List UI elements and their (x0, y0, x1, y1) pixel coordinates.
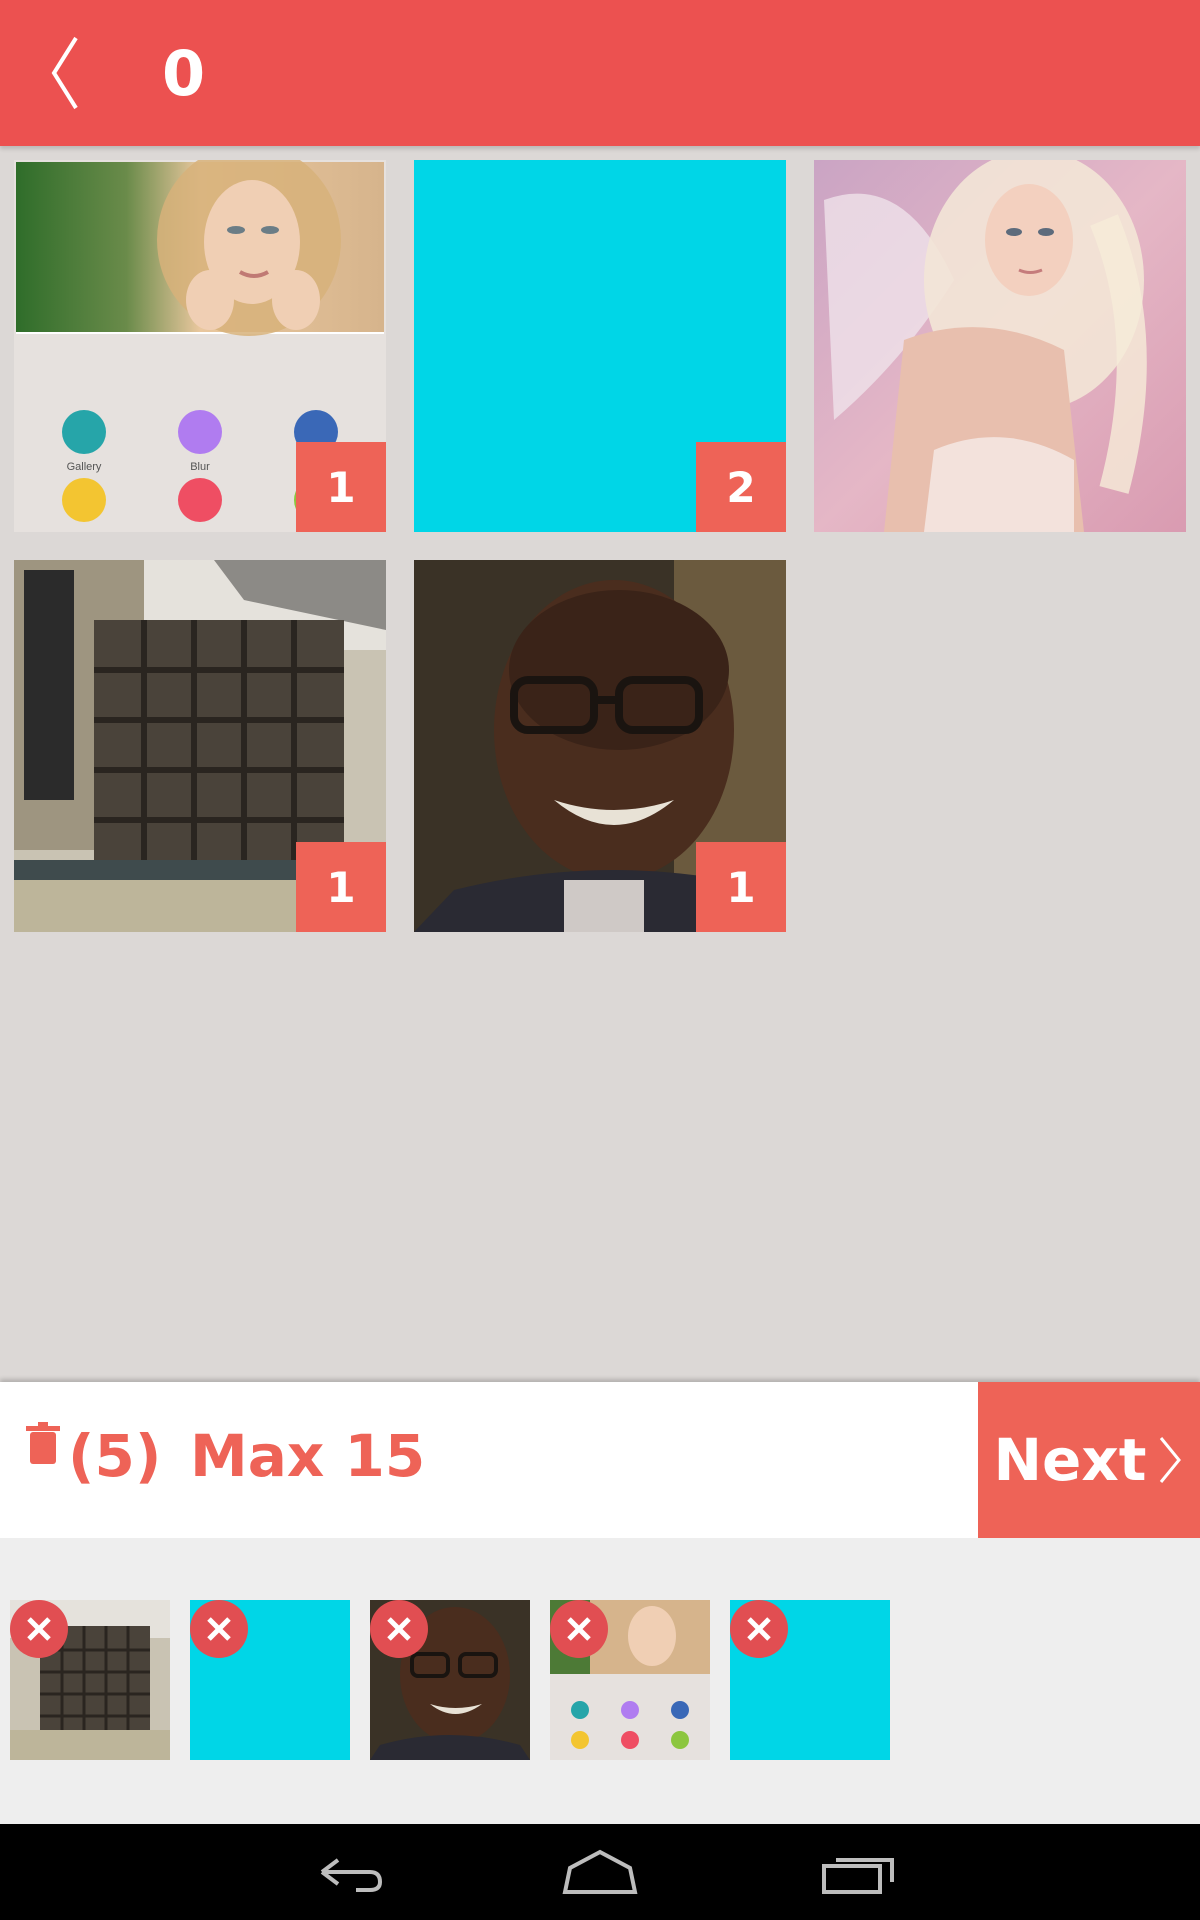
angel-image (814, 160, 1186, 532)
chevron-left-icon (51, 36, 78, 110)
recents-nav-icon (822, 1858, 894, 1894)
app-bar: 0 (0, 0, 1200, 146)
nav-back-button[interactable] (300, 1842, 400, 1902)
selected-thumb-4[interactable] (550, 1600, 710, 1760)
next-button-label: Next (993, 1426, 1147, 1494)
next-button[interactable]: Next (978, 1382, 1200, 1538)
close-icon (27, 1617, 51, 1641)
back-nav-icon (320, 1858, 383, 1892)
grid-tile-3[interactable] (814, 160, 1186, 532)
selected-thumb-5[interactable] (730, 1600, 890, 1760)
svg-text:Gallery: Gallery (67, 461, 102, 473)
selected-count-label: (5) (68, 1422, 162, 1490)
remove-button[interactable] (190, 1600, 248, 1658)
max-count-label: Max 15 (190, 1422, 426, 1490)
selection-count-badge: 1 (296, 442, 386, 532)
close-icon (207, 1617, 231, 1641)
grid-tile-4[interactable]: 1 (14, 560, 386, 932)
back-button[interactable] (38, 30, 98, 116)
nav-home-button[interactable] (550, 1842, 650, 1902)
close-icon (747, 1617, 771, 1641)
remove-button[interactable] (370, 1600, 428, 1658)
chevron-right-icon (1159, 1437, 1181, 1483)
remove-button[interactable] (550, 1600, 608, 1658)
selected-images-strip (0, 1538, 1200, 1824)
selection-count-badge: 1 (296, 842, 386, 932)
system-navigation-bar (0, 1824, 1200, 1920)
grid-tile-1[interactable]: Gallery Blur 1 (14, 160, 386, 532)
remove-button[interactable] (730, 1600, 788, 1658)
nav-recents-button[interactable] (810, 1842, 910, 1902)
selected-thumb-3[interactable] (370, 1600, 530, 1760)
selection-count-badge: 2 (696, 442, 786, 532)
grid-tile-5[interactable]: 1 (414, 560, 786, 932)
image-grid: Gallery Blur 1 2 1 1 (0, 146, 1200, 1382)
trash-icon[interactable] (26, 1422, 60, 1464)
grid-tile-2[interactable]: 2 (414, 160, 786, 532)
home-nav-icon (562, 1849, 638, 1894)
selected-thumb-2[interactable] (190, 1600, 350, 1760)
selection-action-bar: (5) Max 15 Next (0, 1382, 1200, 1538)
selected-thumb-1[interactable] (10, 1600, 170, 1760)
remove-button[interactable] (10, 1600, 68, 1658)
svg-text:Blur: Blur (190, 461, 210, 473)
close-icon (567, 1617, 591, 1641)
close-icon (387, 1617, 411, 1641)
selection-count-title: 0 (162, 37, 206, 110)
selection-count-badge: 1 (696, 842, 786, 932)
